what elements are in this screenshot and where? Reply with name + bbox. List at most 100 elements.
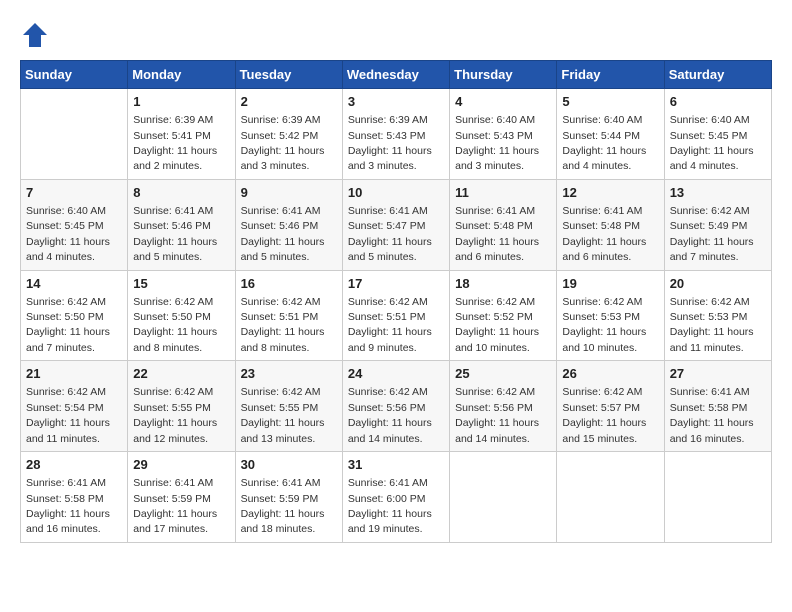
day-info: Sunrise: 6:41 AMSunset: 5:58 PMDaylight:… — [670, 386, 754, 444]
day-number: 16 — [241, 275, 337, 293]
header-friday: Friday — [557, 61, 664, 89]
calendar-cell: 9Sunrise: 6:41 AMSunset: 5:46 PMDaylight… — [235, 179, 342, 270]
day-number: 17 — [348, 275, 444, 293]
calendar-week-row: 7 Sunrise: 6:40 AMSunset: 5:45 PMDaylight… — [21, 179, 772, 270]
calendar-cell: 21 Sunrise: 6:42 AMSunset: 5:54 PMDayligh… — [21, 361, 128, 452]
day-info: Sunrise: 6:42 AMSunset: 5:50 PMDaylight:… — [133, 296, 217, 354]
day-number: 12 — [562, 184, 658, 202]
calendar-cell: 19 Sunrise: 6:42 AMSunset: 5:53 PMDayligh… — [557, 270, 664, 361]
day-number: 24 — [348, 365, 444, 383]
calendar-cell: 11 Sunrise: 6:41 AMSunset: 5:48 PMDayligh… — [450, 179, 557, 270]
header-saturday: Saturday — [664, 61, 771, 89]
calendar-cell: 23Sunrise: 6:42 AMSunset: 5:55 PMDayligh… — [235, 361, 342, 452]
header-tuesday: Tuesday — [235, 61, 342, 89]
calendar-cell — [450, 452, 557, 543]
day-info: Sunrise: 6:39 AMSunset: 5:43 PMDaylight:… — [348, 114, 432, 172]
calendar-cell: 14Sunrise: 6:42 AMSunset: 5:50 PMDayligh… — [21, 270, 128, 361]
calendar-cell: 20 Sunrise: 6:42 AMSunset: 5:53 PMDayligh… — [664, 270, 771, 361]
day-info: Sunrise: 6:41 AMSunset: 5:46 PMDaylight:… — [241, 205, 325, 263]
calendar-cell — [21, 89, 128, 180]
day-info: Sunrise: 6:41 AMSunset: 5:48 PMDaylight:… — [455, 205, 539, 263]
day-info: Sunrise: 6:42 AMSunset: 5:56 PMDaylight:… — [455, 386, 539, 444]
day-info: Sunrise: 6:39 AMSunset: 5:41 PMDaylight:… — [133, 114, 217, 172]
logo-icon — [20, 20, 50, 50]
day-info: Sunrise: 6:42 AMSunset: 5:54 PMDaylight:… — [26, 386, 110, 444]
calendar-cell: 6 Sunrise: 6:40 AMSunset: 5:45 PMDaylight… — [664, 89, 771, 180]
day-info: Sunrise: 6:41 AMSunset: 5:46 PMDaylight:… — [133, 205, 217, 263]
calendar-cell: 10 Sunrise: 6:41 AMSunset: 5:47 PMDayligh… — [342, 179, 449, 270]
day-info: Sunrise: 6:41 AMSunset: 5:59 PMDaylight:… — [241, 477, 325, 535]
day-number: 18 — [455, 275, 551, 293]
day-info: Sunrise: 6:42 AMSunset: 5:55 PMDaylight:… — [133, 386, 217, 444]
day-number: 20 — [670, 275, 766, 293]
day-number: 8 — [133, 184, 229, 202]
calendar-cell: 18 Sunrise: 6:42 AMSunset: 5:52 PMDayligh… — [450, 270, 557, 361]
header-wednesday: Wednesday — [342, 61, 449, 89]
page-header — [20, 20, 772, 50]
calendar-cell: 26Sunrise: 6:42 AMSunset: 5:57 PMDayligh… — [557, 361, 664, 452]
day-info: Sunrise: 6:42 AMSunset: 5:51 PMDaylight:… — [348, 296, 432, 354]
day-info: Sunrise: 6:40 AMSunset: 5:45 PMDaylight:… — [670, 114, 754, 172]
day-number: 21 — [26, 365, 122, 383]
calendar-cell: 7 Sunrise: 6:40 AMSunset: 5:45 PMDaylight… — [21, 179, 128, 270]
calendar-cell: 3 Sunrise: 6:39 AMSunset: 5:43 PMDaylight… — [342, 89, 449, 180]
calendar-cell: 27 Sunrise: 6:41 AMSunset: 5:58 PMDayligh… — [664, 361, 771, 452]
day-number: 19 — [562, 275, 658, 293]
header-sunday: Sunday — [21, 61, 128, 89]
day-info: Sunrise: 6:42 AMSunset: 5:49 PMDaylight:… — [670, 205, 754, 263]
day-number: 29 — [133, 456, 229, 474]
day-number: 5 — [562, 93, 658, 111]
day-number: 27 — [670, 365, 766, 383]
day-info: Sunrise: 6:39 AMSunset: 5:42 PMDaylight:… — [241, 114, 325, 172]
day-info: Sunrise: 6:41 AMSunset: 5:48 PMDaylight:… — [562, 205, 646, 263]
logo — [20, 20, 54, 50]
calendar-week-row: 21 Sunrise: 6:42 AMSunset: 5:54 PMDayligh… — [21, 361, 772, 452]
day-number: 11 — [455, 184, 551, 202]
day-info: Sunrise: 6:42 AMSunset: 5:51 PMDaylight:… — [241, 296, 325, 354]
header-thursday: Thursday — [450, 61, 557, 89]
day-number: 22 — [133, 365, 229, 383]
day-number: 6 — [670, 93, 766, 111]
day-info: Sunrise: 6:42 AMSunset: 5:56 PMDaylight:… — [348, 386, 432, 444]
day-number: 26 — [562, 365, 658, 383]
calendar-week-row: 14 Sunrise: 6:42 AMSunset: 5:50 PMDayligh… — [21, 270, 772, 361]
calendar-cell — [664, 452, 771, 543]
day-number: 3 — [348, 93, 444, 111]
day-number: 4 — [455, 93, 551, 111]
calendar-cell: 8 Sunrise: 6:41 AMSunset: 5:46 PMDaylight… — [128, 179, 235, 270]
day-number: 14 — [26, 275, 122, 293]
calendar-week-row: 1 Sunrise: 6:39 AMSunset: 5:41 PMDaylight… — [21, 89, 772, 180]
day-info: Sunrise: 6:42 AMSunset: 5:53 PMDaylight:… — [670, 296, 754, 354]
calendar-header-row: SundayMondayTuesdayWednesdayThursdayFrid… — [21, 61, 772, 89]
calendar-cell: 29 Sunrise: 6:41 AMSunset: 5:59 PMDayligh… — [128, 452, 235, 543]
calendar-cell: 31Sunrise: 6:41 AMSunset: 6:00 PMDayligh… — [342, 452, 449, 543]
day-info: Sunrise: 6:40 AMSunset: 5:45 PMDaylight:… — [26, 205, 110, 263]
day-number: 1 — [133, 93, 229, 111]
calendar-cell: 17 Sunrise: 6:42 AMSunset: 5:51 PMDayligh… — [342, 270, 449, 361]
day-info: Sunrise: 6:41 AMSunset: 6:00 PMDaylight:… — [348, 477, 432, 535]
day-number: 7 — [26, 184, 122, 202]
calendar-week-row: 28Sunrise: 6:41 AMSunset: 5:58 PMDayligh… — [21, 452, 772, 543]
day-info: Sunrise: 6:41 AMSunset: 5:59 PMDaylight:… — [133, 477, 217, 535]
day-info: Sunrise: 6:40 AMSunset: 5:44 PMDaylight:… — [562, 114, 646, 172]
calendar-cell: 13Sunrise: 6:42 AMSunset: 5:49 PMDayligh… — [664, 179, 771, 270]
calendar-cell: 1 Sunrise: 6:39 AMSunset: 5:41 PMDaylight… — [128, 89, 235, 180]
calendar-cell: 16 Sunrise: 6:42 AMSunset: 5:51 PMDayligh… — [235, 270, 342, 361]
calendar-cell: 15 Sunrise: 6:42 AMSunset: 5:50 PMDayligh… — [128, 270, 235, 361]
day-number: 25 — [455, 365, 551, 383]
day-number: 15 — [133, 275, 229, 293]
calendar-cell: 12 Sunrise: 6:41 AMSunset: 5:48 PMDayligh… — [557, 179, 664, 270]
day-info: Sunrise: 6:42 AMSunset: 5:53 PMDaylight:… — [562, 296, 646, 354]
calendar-table: SundayMondayTuesdayWednesdayThursdayFrid… — [20, 60, 772, 543]
day-number: 2 — [241, 93, 337, 111]
day-number: 10 — [348, 184, 444, 202]
day-info: Sunrise: 6:42 AMSunset: 5:52 PMDaylight:… — [455, 296, 539, 354]
day-info: Sunrise: 6:41 AMSunset: 5:58 PMDaylight:… — [26, 477, 110, 535]
calendar-cell: 28Sunrise: 6:41 AMSunset: 5:58 PMDayligh… — [21, 452, 128, 543]
day-info: Sunrise: 6:41 AMSunset: 5:47 PMDaylight:… — [348, 205, 432, 263]
day-info: Sunrise: 6:40 AMSunset: 5:43 PMDaylight:… — [455, 114, 539, 172]
calendar-cell: 4 Sunrise: 6:40 AMSunset: 5:43 PMDaylight… — [450, 89, 557, 180]
day-info: Sunrise: 6:42 AMSunset: 5:55 PMDaylight:… — [241, 386, 325, 444]
calendar-cell: 2 Sunrise: 6:39 AMSunset: 5:42 PMDaylight… — [235, 89, 342, 180]
calendar-cell: 22 Sunrise: 6:42 AMSunset: 5:55 PMDayligh… — [128, 361, 235, 452]
